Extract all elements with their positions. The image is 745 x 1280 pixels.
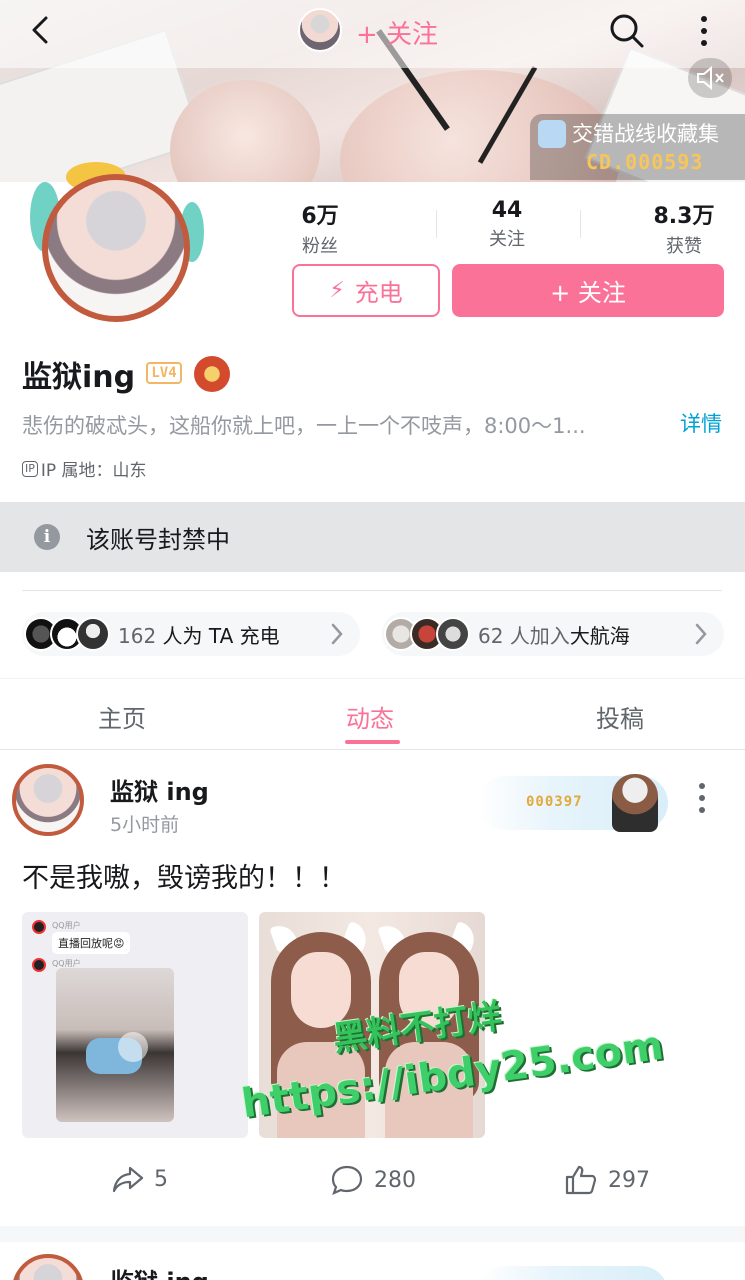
avatar	[436, 617, 470, 651]
avatar	[76, 617, 110, 651]
share-icon	[112, 1166, 144, 1193]
video-thumbnail	[56, 968, 174, 1122]
qq-avatar	[32, 958, 46, 972]
supporter-avatars	[384, 617, 470, 651]
medal-icon[interactable]	[194, 356, 230, 392]
collection-badge[interactable]: 交错战线收藏集 CD.000593	[530, 114, 745, 180]
header-follow-button[interactable]: + 关注	[356, 14, 438, 51]
post-separator	[0, 1226, 745, 1242]
profile-stats: 6万 粉丝 44 关注 8.3万 获赞	[260, 198, 730, 257]
qq-avatar	[32, 920, 46, 934]
like-button[interactable]: 297	[564, 1164, 650, 1196]
stat-value: 6万	[301, 204, 339, 229]
fan-card-badge[interactable]: 000397	[478, 774, 668, 832]
charge-label: 充电	[354, 279, 403, 307]
play-icon	[118, 1032, 148, 1062]
post-content: 不是我嗷，毁谤我的！！！	[22, 863, 346, 894]
tab-home[interactable]: 主页	[98, 699, 146, 734]
profile-avatar[interactable]	[30, 162, 204, 334]
charge-supporters-text: 162 人为 TA 充电	[118, 623, 280, 648]
bio-text[interactable]: 悲伤的破忒头，这船你就上吧，一上一个不吱声，8:00～1...	[22, 410, 662, 440]
back-arrow-icon[interactable]	[26, 14, 58, 46]
ban-notice: i 该账号封禁中	[0, 502, 745, 572]
post-author-name[interactable]: 监狱 ing	[110, 772, 209, 807]
like-count: 297	[608, 1167, 650, 1193]
fleet-supporters-text: 62 人加入大航海	[478, 623, 630, 648]
stat-likes[interactable]: 8.3万 获赞	[624, 198, 744, 258]
comment-button[interactable]: 280	[330, 1164, 416, 1196]
post-more-icon[interactable]	[692, 780, 712, 816]
comment-icon	[331, 1165, 363, 1195]
stat-fans[interactable]: 6万 粉丝	[260, 198, 380, 258]
profile-page: + 关注 交错战线收藏集 CD.000593 6万 粉丝 44 关注 8.3万 …	[0, 0, 745, 1280]
chevron-right-icon	[695, 623, 707, 645]
post-author-name[interactable]: 监狱 ing	[110, 1262, 209, 1280]
chevron-right-icon	[331, 623, 343, 645]
stat-value: 44	[491, 198, 523, 223]
active-tab-indicator	[345, 740, 400, 744]
divider	[22, 590, 722, 591]
ip-location: IP IP 属地：山东	[22, 456, 147, 481]
stat-label: 获赞	[666, 236, 702, 257]
level-badge: LV4	[146, 362, 182, 384]
follow-button[interactable]: + 关注	[452, 264, 724, 317]
post-author-avatar[interactable]	[12, 1254, 84, 1280]
detail-link[interactable]: 详情	[680, 408, 722, 438]
thumbs-up-icon	[565, 1165, 597, 1195]
search-icon[interactable]	[608, 12, 646, 50]
ban-notice-text: 该账号封禁中	[86, 525, 230, 554]
collection-number: CD.000593	[586, 150, 704, 174]
tab-uploads[interactable]: 投稿	[596, 699, 644, 734]
tab-dynamics[interactable]: 动态	[346, 699, 394, 734]
header-avatar[interactable]	[298, 8, 342, 52]
more-options-icon[interactable]	[694, 12, 714, 50]
lightning-icon: ⚡	[329, 278, 345, 303]
charge-button[interactable]: ⚡ 充电	[292, 264, 440, 317]
post-timestamp: 5小时前	[110, 814, 180, 836]
fan-card-number: 000397	[526, 794, 583, 810]
info-icon: i	[34, 524, 60, 550]
share-button[interactable]: 5	[112, 1164, 168, 1194]
username: 监狱ing	[22, 360, 136, 395]
fan-card-character	[612, 774, 658, 832]
chat-bubble: 直播回放呢😡	[52, 932, 131, 954]
post-author-avatar[interactable]	[12, 764, 84, 836]
stat-divider	[580, 210, 581, 238]
charge-supporters-pill[interactable]: 162 人为 TA 充电	[22, 612, 360, 656]
stat-label: 关注	[489, 229, 525, 250]
post-image-1[interactable]: QQ用户 直播回放呢😡 QQ用户	[22, 912, 248, 1138]
mute-icon[interactable]	[688, 58, 732, 98]
stat-value: 8.3万	[653, 204, 715, 229]
fleet-supporters-pill[interactable]: 62 人加入大航海	[382, 612, 724, 656]
stat-following[interactable]: 44 关注	[447, 198, 567, 251]
stat-label: 粉丝	[302, 236, 338, 257]
avatar-image	[42, 174, 190, 322]
fan-card-badge[interactable]	[478, 1266, 668, 1280]
diamond-icon	[538, 120, 566, 148]
ip-icon: IP	[22, 460, 38, 477]
comment-count: 280	[374, 1167, 416, 1193]
stat-divider	[436, 210, 437, 238]
supporter-avatars	[24, 617, 110, 651]
ip-location-text: IP 属地：山东	[40, 461, 147, 481]
collection-name: 交错战线收藏集	[572, 122, 719, 146]
share-count: 5	[154, 1166, 168, 1192]
